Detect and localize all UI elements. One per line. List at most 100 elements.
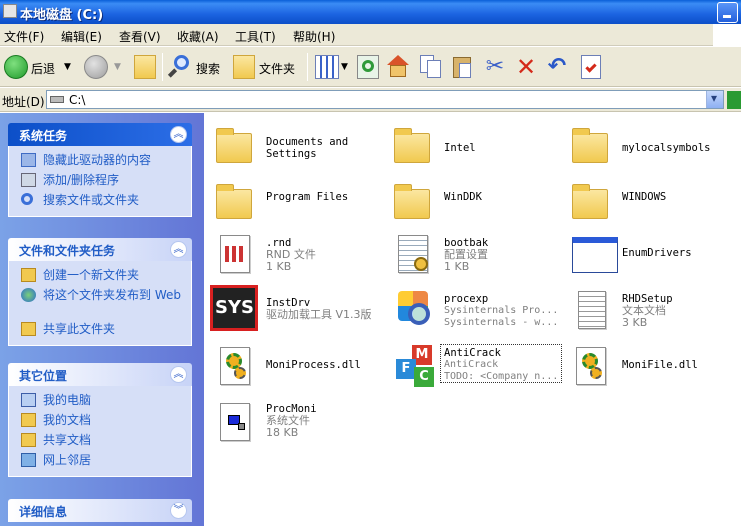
folder-icon bbox=[394, 125, 434, 165]
shared-documents-icon bbox=[21, 433, 36, 447]
home-icon[interactable] bbox=[386, 55, 410, 79]
task-publish-web[interactable]: 将这个文件夹发布到 Web bbox=[9, 287, 191, 321]
file-item-program-files[interactable]: Program Files bbox=[208, 177, 386, 233]
collapse-chevron-icon[interactable]: ︽ bbox=[170, 366, 187, 383]
toolbar-separator bbox=[307, 53, 308, 81]
place-network[interactable]: 网上邻居 bbox=[9, 452, 191, 472]
file-item-enumdrivers[interactable]: EnumDrivers bbox=[564, 229, 741, 285]
folder-icon bbox=[216, 181, 256, 221]
share-folder-icon bbox=[21, 322, 36, 336]
undo-icon[interactable]: ↶ bbox=[546, 55, 568, 79]
views-dropdown-icon[interactable]: ▼ bbox=[341, 62, 348, 72]
refresh-icon[interactable] bbox=[357, 55, 379, 79]
panel-system-tasks: 系统任务 ︽ 隐藏此驱动器的内容 添加/删除程序 搜索文件或文件夹 bbox=[8, 123, 192, 217]
task-search[interactable]: 搜索文件或文件夹 bbox=[9, 192, 191, 212]
window-title: 本地磁盘 (C:) bbox=[20, 8, 104, 23]
file-item-procmoni[interactable]: ProcMoni 系统文件 18 KB bbox=[208, 397, 386, 453]
address-dropdown-button[interactable] bbox=[706, 91, 723, 108]
panel-header[interactable]: 其它位置 ︽ bbox=[8, 363, 192, 386]
up-folder-icon[interactable] bbox=[134, 55, 156, 79]
file-size: 18 KB bbox=[266, 426, 299, 439]
file-item-documents-and-settings[interactable]: Documents and Settings bbox=[208, 121, 386, 177]
file-description: Sysinternals Pro... bbox=[444, 305, 559, 316]
panel-header[interactable]: 文件和文件夹任务 ︽ bbox=[8, 238, 192, 261]
system-file-icon bbox=[216, 401, 256, 441]
place-shared-documents[interactable]: 共享文档 bbox=[9, 432, 191, 452]
forward-arrow-icon[interactable] bbox=[84, 55, 108, 79]
file-company: TODO: <Company n... bbox=[444, 371, 559, 382]
file-name: Documents and Settings bbox=[266, 136, 349, 160]
cut-icon[interactable]: ✂ bbox=[484, 55, 506, 79]
expand-chevron-icon[interactable]: ︾ bbox=[170, 502, 187, 519]
copy-to-icon[interactable] bbox=[420, 55, 442, 79]
network-places-icon bbox=[21, 453, 36, 467]
title-bar[interactable]: 本地磁盘 (C:) bbox=[0, 0, 741, 24]
views-icon[interactable] bbox=[315, 55, 339, 79]
file-name: mylocalsymbols bbox=[622, 142, 711, 154]
file-item-windows[interactable]: WINDOWS bbox=[564, 177, 741, 233]
paste-icon[interactable] bbox=[452, 55, 474, 79]
my-computer-icon bbox=[21, 393, 36, 407]
task-add-remove-programs[interactable]: 添加/删除程序 bbox=[9, 172, 191, 192]
panel-details: 详细信息 ︾ bbox=[8, 499, 192, 522]
file-name: procexp bbox=[444, 293, 489, 305]
properties-icon[interactable] bbox=[581, 55, 601, 79]
publish-web-icon bbox=[21, 288, 36, 302]
back-arrow-icon[interactable] bbox=[4, 55, 28, 79]
drive-icon bbox=[3, 4, 17, 18]
folders-button[interactable]: 文件夹 bbox=[259, 60, 295, 77]
search-magnifier-icon[interactable] bbox=[167, 55, 190, 79]
file-item-instdrv[interactable]: SYS InstDrv 驱动加载工具 V1.3版 bbox=[208, 285, 386, 341]
menu-file[interactable]: 文件(F) bbox=[4, 28, 44, 45]
my-documents-icon bbox=[21, 413, 36, 427]
task-new-folder[interactable]: 创建一个新文件夹 bbox=[9, 267, 191, 287]
file-name: MoniFile.dll bbox=[622, 359, 698, 371]
task-label: 创建一个新文件夹 bbox=[43, 268, 140, 282]
folder-icon bbox=[572, 125, 612, 165]
collapse-chevron-icon[interactable]: ︽ bbox=[170, 241, 187, 258]
file-list: Documents and Settings Intel mylocalsymb… bbox=[204, 113, 741, 526]
menu-view[interactable]: 查看(V) bbox=[119, 28, 161, 45]
file-item-intel[interactable]: Intel bbox=[386, 121, 564, 177]
menu-help[interactable]: 帮助(H) bbox=[293, 28, 335, 45]
file-name: WINDOWS bbox=[622, 191, 667, 203]
dll-file-icon bbox=[216, 345, 256, 385]
file-size: 1 KB bbox=[266, 260, 292, 273]
back-dropdown-icon[interactable]: ▼ bbox=[64, 62, 71, 72]
search-button[interactable]: 搜索 bbox=[196, 60, 220, 77]
go-arrow-icon[interactable] bbox=[727, 91, 741, 109]
menu-favorites[interactable]: 收藏(A) bbox=[177, 28, 219, 45]
file-item-anticrack[interactable]: M F C AntiCrack AntiCrack TODO: <Company… bbox=[386, 341, 564, 397]
file-item-moniprocess-dll[interactable]: MoniProcess.dll bbox=[208, 341, 386, 397]
file-item-mylocalsymbols[interactable]: mylocalsymbols bbox=[564, 121, 741, 177]
task-hide-drive[interactable]: 隐藏此驱动器的内容 bbox=[9, 152, 191, 172]
address-field[interactable]: C:\ bbox=[46, 90, 724, 109]
file-company: Sysinternals - w... bbox=[444, 317, 559, 328]
collapse-chevron-icon[interactable]: ︽ bbox=[170, 126, 187, 143]
file-item-monifile-dll[interactable]: MoniFile.dll bbox=[564, 341, 741, 397]
forward-dropdown-icon[interactable]: ▼ bbox=[114, 62, 121, 72]
back-button[interactable]: 后退 bbox=[31, 60, 55, 77]
file-item-winddk[interactable]: WinDDK bbox=[386, 177, 564, 233]
menu-tools[interactable]: 工具(T) bbox=[235, 28, 276, 45]
address-value: C:\ bbox=[69, 93, 86, 107]
file-name: Intel bbox=[444, 142, 476, 154]
panel-header[interactable]: 系统任务 ︽ bbox=[8, 123, 192, 146]
place-my-computer[interactable]: 我的电脑 bbox=[9, 392, 191, 412]
folder-icon bbox=[572, 181, 612, 221]
minimize-button[interactable] bbox=[717, 2, 738, 23]
menu-edit[interactable]: 编辑(E) bbox=[61, 28, 102, 45]
folders-icon[interactable] bbox=[233, 55, 255, 79]
task-share-folder[interactable]: 共享此文件夹 bbox=[9, 321, 191, 341]
file-item-rnd[interactable]: .rnd RND 文件 1 KB bbox=[208, 229, 386, 285]
place-my-documents[interactable]: 我的文档 bbox=[9, 412, 191, 432]
panel-header[interactable]: 详细信息 ︾ bbox=[8, 499, 192, 522]
file-item-bootbak[interactable]: bootbak 配置设置 1 KB bbox=[386, 229, 564, 285]
file-description: AntiCrack bbox=[444, 359, 499, 370]
panel-title: 文件和文件夹任务 bbox=[19, 244, 116, 258]
file-item-rhdsetup[interactable]: RHDSetup 文本文档 3 KB bbox=[564, 285, 741, 341]
task-label: 搜索文件或文件夹 bbox=[43, 193, 140, 207]
delete-icon[interactable]: ✕ bbox=[515, 55, 537, 79]
file-item-procexp[interactable]: procexp Sysinternals Pro... Sysinternals… bbox=[386, 285, 564, 341]
file-name: Program Files bbox=[266, 191, 349, 203]
